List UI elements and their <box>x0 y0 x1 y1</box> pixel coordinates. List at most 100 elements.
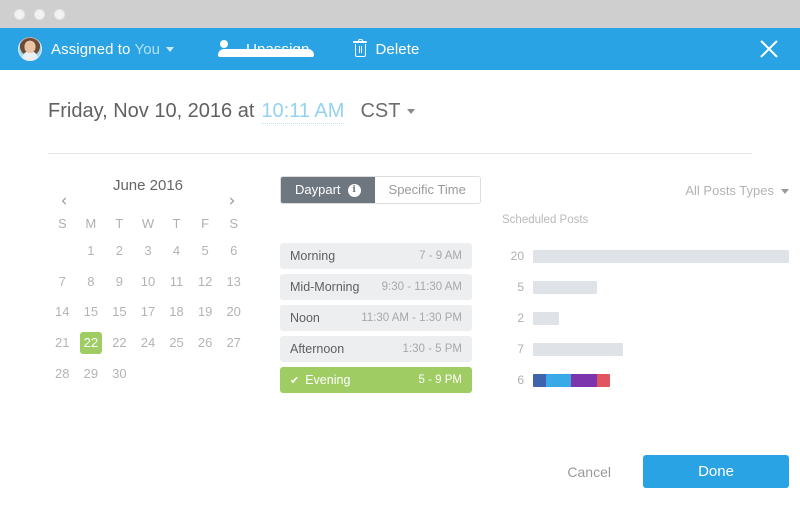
daypart-row[interactable]: Afternoon 1:30 - 5 PM <box>280 336 472 362</box>
time-field[interactable]: 10:11 AM <box>261 100 345 124</box>
calendar-day[interactable]: 5 <box>191 236 220 267</box>
calendar-day-label: 24 <box>140 335 156 351</box>
calendar-day[interactable]: 17 <box>134 297 163 328</box>
close-dot[interactable] <box>14 8 25 20</box>
bar-count-label: 7 <box>517 342 524 356</box>
bar-count-label: 2 <box>517 311 524 325</box>
calendar-day-label: 9 <box>115 273 124 289</box>
calendar-day[interactable]: 12 <box>191 267 220 298</box>
dialog-footer: Cancel Done <box>280 455 789 488</box>
calendar-day-label: 6 <box>230 243 238 259</box>
daypart-row[interactable]: Morning 7 - 9 AM <box>280 243 472 269</box>
calendar-day[interactable]: 20 <box>219 297 248 328</box>
info-icon[interactable]: i <box>347 183 361 197</box>
daypart-row[interactable]: ✔ Evening 5 - 9 PM <box>280 367 472 393</box>
calendar-day-label <box>51 240 73 262</box>
dialog-body: Friday, Nov 10, 2016 at 10:11 AM CST ‹ J… <box>0 70 800 488</box>
calendar-weekday: F <box>201 215 210 231</box>
bar-row: 2 <box>502 305 789 331</box>
calendar-day[interactable]: 13 <box>219 267 248 298</box>
calendar-day-label: 13 <box>226 273 241 289</box>
calendar-day-empty <box>219 358 248 389</box>
calendar-day[interactable]: 9 <box>105 267 134 298</box>
calendar-day[interactable]: 29 <box>77 358 106 389</box>
chevron-down-icon <box>781 188 789 194</box>
calendar-day[interactable]: 25 <box>162 328 191 359</box>
calendar-day-label: 14 <box>55 304 70 320</box>
bar-segment-pinterest <box>597 373 610 387</box>
calendar-day-selected[interactable]: 22 <box>77 328 106 359</box>
calendar-header: ‹ June 2016 › <box>48 176 248 210</box>
cancel-button[interactable]: Cancel <box>557 456 621 488</box>
calendar-day[interactable]: 26 <box>191 328 220 359</box>
calendar-day[interactable]: 18 <box>162 297 191 328</box>
calendar-day[interactable]: 21 <box>48 328 77 359</box>
chevron-down-icon <box>407 109 416 115</box>
calendar-day[interactable]: 28 <box>48 358 77 389</box>
calendar-day[interactable]: 15 <box>105 297 134 328</box>
window-titlebar <box>0 0 800 28</box>
calendar-day[interactable]: 19 <box>191 297 220 328</box>
tab-specific-time-label: Specific Time <box>388 182 466 197</box>
check-icon: ✔ <box>290 373 300 387</box>
bar <box>533 342 623 356</box>
done-button[interactable]: Done <box>643 455 789 488</box>
calendar-day[interactable]: 7 <box>48 267 77 298</box>
tab-daypart[interactable]: Daypart i <box>281 177 375 203</box>
post-types-dropdown[interactable]: All Posts Types <box>685 183 789 198</box>
date-prefix: Friday, Nov 10, 2016 at <box>48 100 255 122</box>
calendar-day[interactable]: 27 <box>219 328 248 359</box>
unassign-button[interactable]: ✕ Unassign <box>218 28 315 70</box>
tab-row: Daypart i Specific Time All Posts Types … <box>280 176 789 226</box>
calendar-day-label: 8 <box>87 273 95 289</box>
scheduled-posts-label: Scheduled Posts <box>502 214 589 226</box>
calendar-day[interactable]: 2 <box>105 236 134 267</box>
calendar-day-label: 19 <box>197 304 213 320</box>
calendar-day-empty <box>134 358 163 389</box>
calendar-weekday: S <box>57 215 67 231</box>
delete-button[interactable]: Delete <box>353 28 419 70</box>
calendar-day[interactable]: 1 <box>77 236 106 267</box>
calendar-day[interactable]: 24 <box>134 328 163 359</box>
header-divider <box>48 153 752 154</box>
calendar-day[interactable]: 22 <box>105 328 134 359</box>
calendar-day[interactable]: 14 <box>48 297 77 328</box>
calendar-weekday: M <box>85 215 97 231</box>
timezone-dropdown[interactable]: CST <box>360 100 416 123</box>
calendar-day[interactable]: 4 <box>162 236 191 267</box>
daypart-name: Evening <box>305 373 351 387</box>
calendar-day-empty <box>162 358 191 389</box>
calendar-day-label: 12 <box>197 273 213 289</box>
tab-specific-time[interactable]: Specific Time <box>374 177 480 203</box>
calendar-week-row: 21 22 22 24 25 26 27 <box>48 328 248 359</box>
calendar-title: June 2016 <box>112 177 184 194</box>
calendar-day[interactable]: 6 <box>219 236 248 267</box>
calendar-day-label: 15 <box>83 304 99 320</box>
bar <box>533 280 597 294</box>
calendar-day[interactable]: 3 <box>134 236 163 267</box>
prev-month-button[interactable]: ‹ <box>56 192 72 210</box>
minimize-dot[interactable] <box>34 8 45 20</box>
calendar-day-label: 17 <box>140 304 156 320</box>
next-month-button[interactable]: › <box>224 192 240 210</box>
calendar-day-label: 25 <box>169 335 184 351</box>
zoom-dot[interactable] <box>54 8 65 20</box>
calendar-day[interactable]: 11 <box>162 267 191 298</box>
assigned-to-prefix: Assigned to <box>51 40 131 58</box>
calendar-day-label: 26 <box>197 335 213 351</box>
daypart-row[interactable]: Noon 11:30 AM - 1:30 PM <box>280 305 472 331</box>
calendar-day-label: 3 <box>144 243 152 259</box>
calendar-day[interactable]: 30 <box>105 358 134 389</box>
daypart-area: Morning 7 - 9 AM Mid-Morning 9:30 - 11:30 A… <box>280 243 789 398</box>
calendar-day-label: 18 <box>169 304 184 320</box>
daypart-time: 11:30 AM - 1:30 PM <box>361 312 462 324</box>
calendar-day[interactable]: 15 <box>77 297 106 328</box>
calendar-day[interactable]: 8 <box>77 267 106 298</box>
assigned-to-dropdown[interactable]: Assigned to You <box>18 28 175 70</box>
calendar-day[interactable]: 10 <box>134 267 163 298</box>
schedule-panel: Daypart i Specific Time All Posts Types … <box>280 176 789 488</box>
daypart-row[interactable]: Mid-Morning 9:30 - 11:30 AM <box>280 274 472 300</box>
calendar-day-label: 10 <box>140 273 156 289</box>
calendar-day-label <box>137 363 159 385</box>
close-icon[interactable] <box>758 38 780 60</box>
